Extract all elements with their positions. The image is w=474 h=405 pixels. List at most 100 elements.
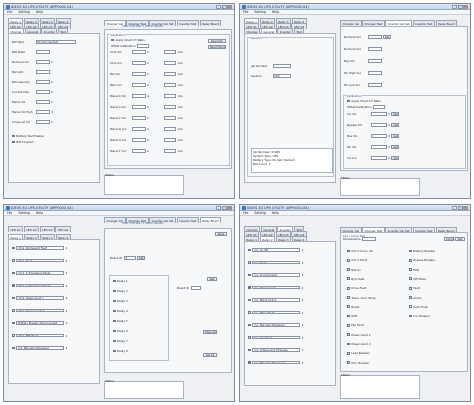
cal-value-input[interactable] [370, 134, 387, 138]
menu-setting[interactable]: Setting [18, 211, 29, 215]
cal-set-input[interactable] [164, 94, 177, 98]
chevron-down-icon[interactable]: ▾ [66, 321, 67, 325]
menu-file[interactable]: File [7, 211, 12, 215]
mains-vol-input[interactable] [35, 100, 50, 104]
relay-function-select[interactable]: Inv. Overload [252, 335, 301, 340]
set-button[interactable]: Set [391, 134, 400, 138]
close-button[interactable]: × [227, 5, 232, 9]
menu-file[interactable]: File [7, 10, 12, 14]
maximize-button[interactable]: □ [457, 5, 463, 9]
chevron-down-icon[interactable]: ▾ [66, 309, 67, 313]
tab-led-g2[interactable]: LED G2 [23, 226, 40, 232]
bat-capacity-input[interactable] [35, 80, 50, 84]
apply-ct-checkbox[interactable] [347, 99, 350, 103]
set-all-button[interactable]: Set All [203, 353, 217, 357]
relay-function-select[interactable]: Inv. Manually Bypassed [16, 346, 65, 350]
led-checkbox[interactable] [409, 258, 412, 262]
set-button[interactable]: Set [137, 256, 146, 260]
led-checkbox[interactable] [409, 296, 412, 299]
led-checkbox[interactable] [347, 361, 350, 364]
cal-value-input[interactable] [131, 149, 146, 153]
led-checkbox[interactable] [409, 277, 412, 281]
relay-checkbox[interactable] [248, 273, 251, 277]
apply-shunt-checkbox[interactable] [111, 38, 114, 42]
relay-function-select[interactable]: Chrs. In Equalising Mode [16, 283, 65, 288]
relay-item-checkbox[interactable] [113, 279, 116, 283]
relay-checkbox[interactable] [12, 346, 15, 350]
menu-setting[interactable]: Setting [254, 10, 265, 14]
led-checkbox[interactable] [347, 342, 350, 346]
relay-function-select[interactable]: Inv. Fault [252, 260, 301, 265]
chevron-down-icon[interactable]: ▾ [302, 311, 303, 315]
led-checkbox[interactable] [347, 249, 350, 253]
job-number-input[interactable] [272, 64, 291, 68]
cal-value-input[interactable] [370, 112, 387, 116]
cal-value-input[interactable] [131, 50, 146, 54]
relay-checkbox[interactable] [12, 309, 15, 312]
led-checkbox[interactable] [347, 258, 350, 262]
clear-all-button[interactable]: Clear All [203, 330, 217, 334]
tab-relay-board[interactable]: Relay Board [199, 20, 222, 26]
cal-set-input[interactable] [164, 149, 177, 153]
led-checkbox[interactable] [347, 323, 350, 327]
maximize-button[interactable]: □ [457, 206, 463, 210]
led-checkbox[interactable] [347, 296, 350, 299]
chevron-down-icon[interactable]: ▾ [66, 334, 67, 338]
chevron-down-icon[interactable]: ▾ [302, 273, 303, 277]
set-button[interactable]: Set [391, 123, 400, 127]
chevron-down-icon[interactable]: ▾ [302, 361, 303, 365]
menu-help[interactable]: Help [272, 10, 279, 14]
led-checkbox[interactable] [347, 286, 350, 290]
relay-item-checkbox[interactable] [113, 299, 116, 303]
cal-set-input[interactable] [164, 83, 177, 87]
cal-set-input[interactable] [164, 72, 177, 76]
current-max-input[interactable] [35, 90, 50, 94]
minimize-button[interactable]: – [216, 206, 221, 210]
chevron-down-icon[interactable]: ▾ [302, 248, 303, 252]
comm-button[interactable]: Comm [444, 237, 454, 241]
chevron-down-icon[interactable]: ▾ [66, 346, 67, 350]
relay-checkbox[interactable] [248, 311, 251, 314]
led-checkbox[interactable] [409, 314, 412, 318]
relay-function-select[interactable]: Chrs. Fault [16, 258, 65, 263]
relay-item-checkbox[interactable] [113, 339, 116, 343]
relay-checkbox[interactable] [12, 321, 15, 325]
led-checkbox[interactable] [347, 333, 350, 337]
relay-checkbox[interactable] [12, 259, 15, 262]
relay-item-checkbox[interactable] [113, 319, 116, 323]
nominal-vol-input[interactable] [35, 60, 50, 64]
tab-led-g3[interactable]: LED G3 [39, 226, 55, 232]
relay-function-select[interactable]: Chrs. Power Good 1 [16, 296, 65, 300]
relay-item-checkbox[interactable] [113, 329, 116, 333]
cal-set-input[interactable] [164, 127, 177, 131]
relay-checkbox[interactable] [248, 298, 251, 302]
chevron-down-icon[interactable]: ▾ [302, 286, 303, 290]
relay-function-select[interactable]: Battery Breaker Disconnected [16, 321, 65, 325]
cal-value-input[interactable] [131, 61, 146, 65]
chevron-down-icon[interactable]: ▾ [302, 298, 303, 302]
relay-function-select[interactable]: Inv. Manually Bypassed [252, 360, 301, 365]
menu-setting[interactable]: Setting [254, 211, 265, 215]
read-ctrl-button[interactable]: Read Ctrl [208, 39, 226, 43]
set-button[interactable]: Set [391, 112, 400, 116]
relay-checkbox[interactable] [12, 246, 15, 250]
relay-function-select[interactable]: Inv. Voltage Out Of Range [252, 348, 301, 352]
cal-set-input[interactable] [164, 61, 177, 65]
relay-function-select[interactable]: Chrs. In Equalising Mode [16, 271, 65, 275]
tab-inverter-test[interactable]: Inverter Test [176, 217, 200, 223]
relay-function-select[interactable]: Inv. Synchronised [252, 273, 301, 277]
temperature-input[interactable] [362, 237, 377, 241]
close-button[interactable]: × [463, 206, 468, 210]
led-checkbox[interactable] [409, 249, 412, 253]
led-checkbox[interactable] [347, 351, 350, 355]
dc-low-vol-input[interactable] [367, 83, 382, 87]
led-checkbox[interactable] [347, 305, 350, 309]
bat-coupled-checkbox[interactable] [12, 140, 15, 144]
nominal-vol-input-2[interactable] [367, 47, 382, 51]
relay-checkbox[interactable] [12, 271, 15, 275]
led-checkbox[interactable] [409, 268, 412, 271]
cal-set-input[interactable] [164, 138, 177, 142]
relay-checkbox[interactable] [248, 361, 251, 364]
chrg-low-vol-input[interactable] [35, 120, 50, 124]
relay-function-select[interactable]: Chrs. Permanent Fault [16, 246, 65, 250]
